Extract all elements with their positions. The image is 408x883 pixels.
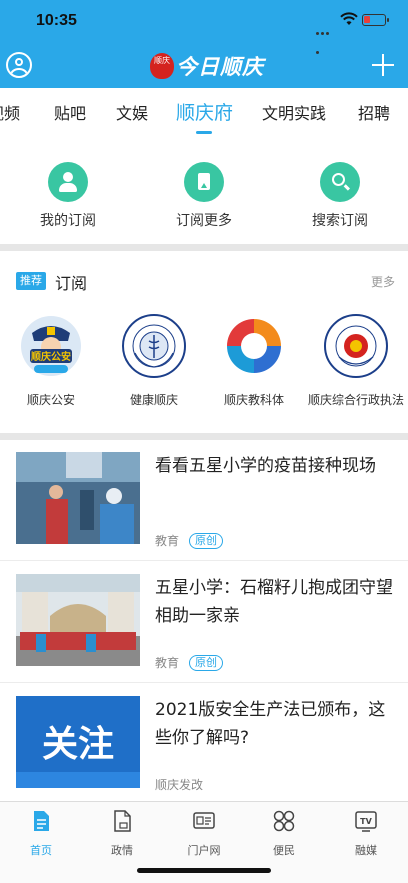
account-name: 顺庆综合行政执法: [307, 393, 404, 407]
tab-jobs[interactable]: 招聘: [358, 100, 390, 124]
news-category: 教育: [155, 534, 180, 548]
account-police[interactable]: 顺庆公安 顺庆公安: [1, 313, 101, 408]
battery-icon: [362, 14, 389, 26]
news-item[interactable]: 关注 2021版安全生产法已颁布，这些你了解吗? 顺庆发改: [0, 696, 408, 816]
active-tab-indicator: [196, 131, 212, 134]
app-bar: 顺庆 今日顺庆: [0, 44, 408, 88]
news-thumbnail: [16, 574, 140, 666]
news-item[interactable]: 五星小学：石榴籽儿抱成团守望相助一家亲 教育 原创: [0, 574, 408, 694]
logo-seal: 顺庆: [150, 53, 174, 79]
status-time: 10:35: [36, 12, 77, 29]
education-logo-icon: [227, 319, 281, 373]
wifi-icon: [340, 12, 358, 25]
service-grid-icon: [273, 810, 295, 832]
tab-home[interactable]: 首页: [11, 810, 71, 858]
app-header: 10:35 顺庆 今日顺庆: [0, 0, 408, 88]
user-icon: [48, 162, 88, 202]
list-separator: [0, 682, 408, 683]
news-thumbnail: [16, 452, 140, 544]
tab-tieba[interactable]: 贴吧: [54, 100, 86, 124]
account-name: 顺庆教科体: [223, 393, 284, 407]
tab-portal[interactable]: 门户网: [174, 810, 234, 858]
tab-home-label: 首页: [30, 844, 52, 857]
home-doc-icon: [34, 811, 49, 831]
news-headline: 看看五星小学的疫苗接种现场: [155, 456, 376, 476]
recommended-subscriptions: 推荐 订阅 更多 顺庆公安 顺庆公安 健康顺庆 顺庆教科体 顺庆综合行政执法: [0, 251, 408, 433]
tab-portal-label: 门户网: [187, 844, 221, 857]
police-mascot-icon: 顺庆公安: [21, 316, 81, 376]
government-doc-icon: [114, 810, 131, 832]
profile-icon[interactable]: [6, 52, 32, 78]
svg-text:TV: TV: [360, 817, 372, 826]
news-meta: 顺庆发改: [155, 776, 203, 793]
tab-services-label: 便民: [273, 844, 295, 857]
news-headline: 五星小学：石榴籽儿抱成团守望相助一家亲: [155, 578, 393, 626]
section-divider: [0, 433, 408, 440]
account-education[interactable]: 顺庆教科体: [204, 313, 304, 408]
tab-media[interactable]: TV 融媒: [336, 810, 396, 858]
news-category: 顺庆发改: [155, 778, 204, 792]
search-icon: [320, 162, 360, 202]
list-separator: [0, 560, 408, 561]
law-enforcement-emblem-icon: [324, 314, 388, 378]
recommend-more-link[interactable]: 更多: [371, 273, 395, 290]
status-bar: 10:35: [0, 0, 408, 54]
signal-icon: [316, 20, 334, 54]
recommend-title: 订阅: [55, 274, 88, 293]
tv-icon: TV: [355, 811, 377, 832]
tab-government[interactable]: 政情: [92, 810, 152, 858]
subscription-actions: 我的订阅 订阅更多 搜索订阅: [0, 148, 408, 244]
tab-services[interactable]: 便民: [254, 810, 314, 858]
news-thumbnail: 关注: [16, 696, 140, 788]
app-title: 今日顺庆: [176, 54, 264, 79]
news-meta: 教育 原创: [155, 532, 224, 549]
add-icon[interactable]: [372, 54, 394, 76]
news-headline: 2021版安全生产法已颁布，这些你了解吗?: [155, 700, 386, 748]
thumb-text: 关注: [42, 723, 114, 765]
tab-video[interactable]: 视频: [0, 100, 20, 124]
tab-media-label: 融媒: [355, 844, 377, 857]
recommend-badge: 推荐: [16, 272, 46, 290]
portal-icon: [193, 812, 215, 829]
account-name: 健康顺庆: [129, 393, 178, 407]
my-subscriptions-label: 我的订阅: [40, 213, 96, 229]
app-logo: 顺庆 今日顺庆: [150, 52, 264, 80]
original-tag: 原创: [189, 532, 224, 549]
tab-shunqingfu[interactable]: 顺庆府: [176, 98, 233, 125]
search-subscriptions-button[interactable]: 搜索订阅: [290, 162, 390, 230]
tab-entertainment[interactable]: 文娱: [116, 100, 148, 124]
search-subscriptions-label: 搜索订阅: [312, 213, 368, 229]
tab-government-label: 政情: [111, 844, 133, 857]
police-emblem-text: 顺庆公安: [31, 350, 71, 363]
news-meta: 教育 原创: [155, 654, 224, 671]
bookmark-icon: [184, 162, 224, 202]
channel-tabs: 视频 贴吧 文娱 顺庆府 文明实践 招聘: [0, 88, 408, 138]
home-indicator: [137, 868, 271, 873]
section-divider: [0, 244, 408, 251]
account-health[interactable]: 健康顺庆: [104, 313, 204, 408]
health-emblem-icon: [122, 314, 186, 378]
tab-civilization[interactable]: 文明实践: [262, 100, 326, 124]
my-subscriptions-button[interactable]: 我的订阅: [18, 162, 118, 230]
more-subscriptions-label: 订阅更多: [176, 213, 232, 229]
account-law-enforcement[interactable]: 顺庆综合行政执法: [306, 313, 406, 408]
news-item[interactable]: 看看五星小学的疫苗接种现场 教育 原创: [0, 452, 408, 572]
original-tag: 原创: [189, 654, 224, 671]
account-name: 顺庆公安: [26, 393, 75, 407]
news-category: 教育: [155, 656, 180, 670]
more-subscriptions-button[interactable]: 订阅更多: [154, 162, 254, 230]
